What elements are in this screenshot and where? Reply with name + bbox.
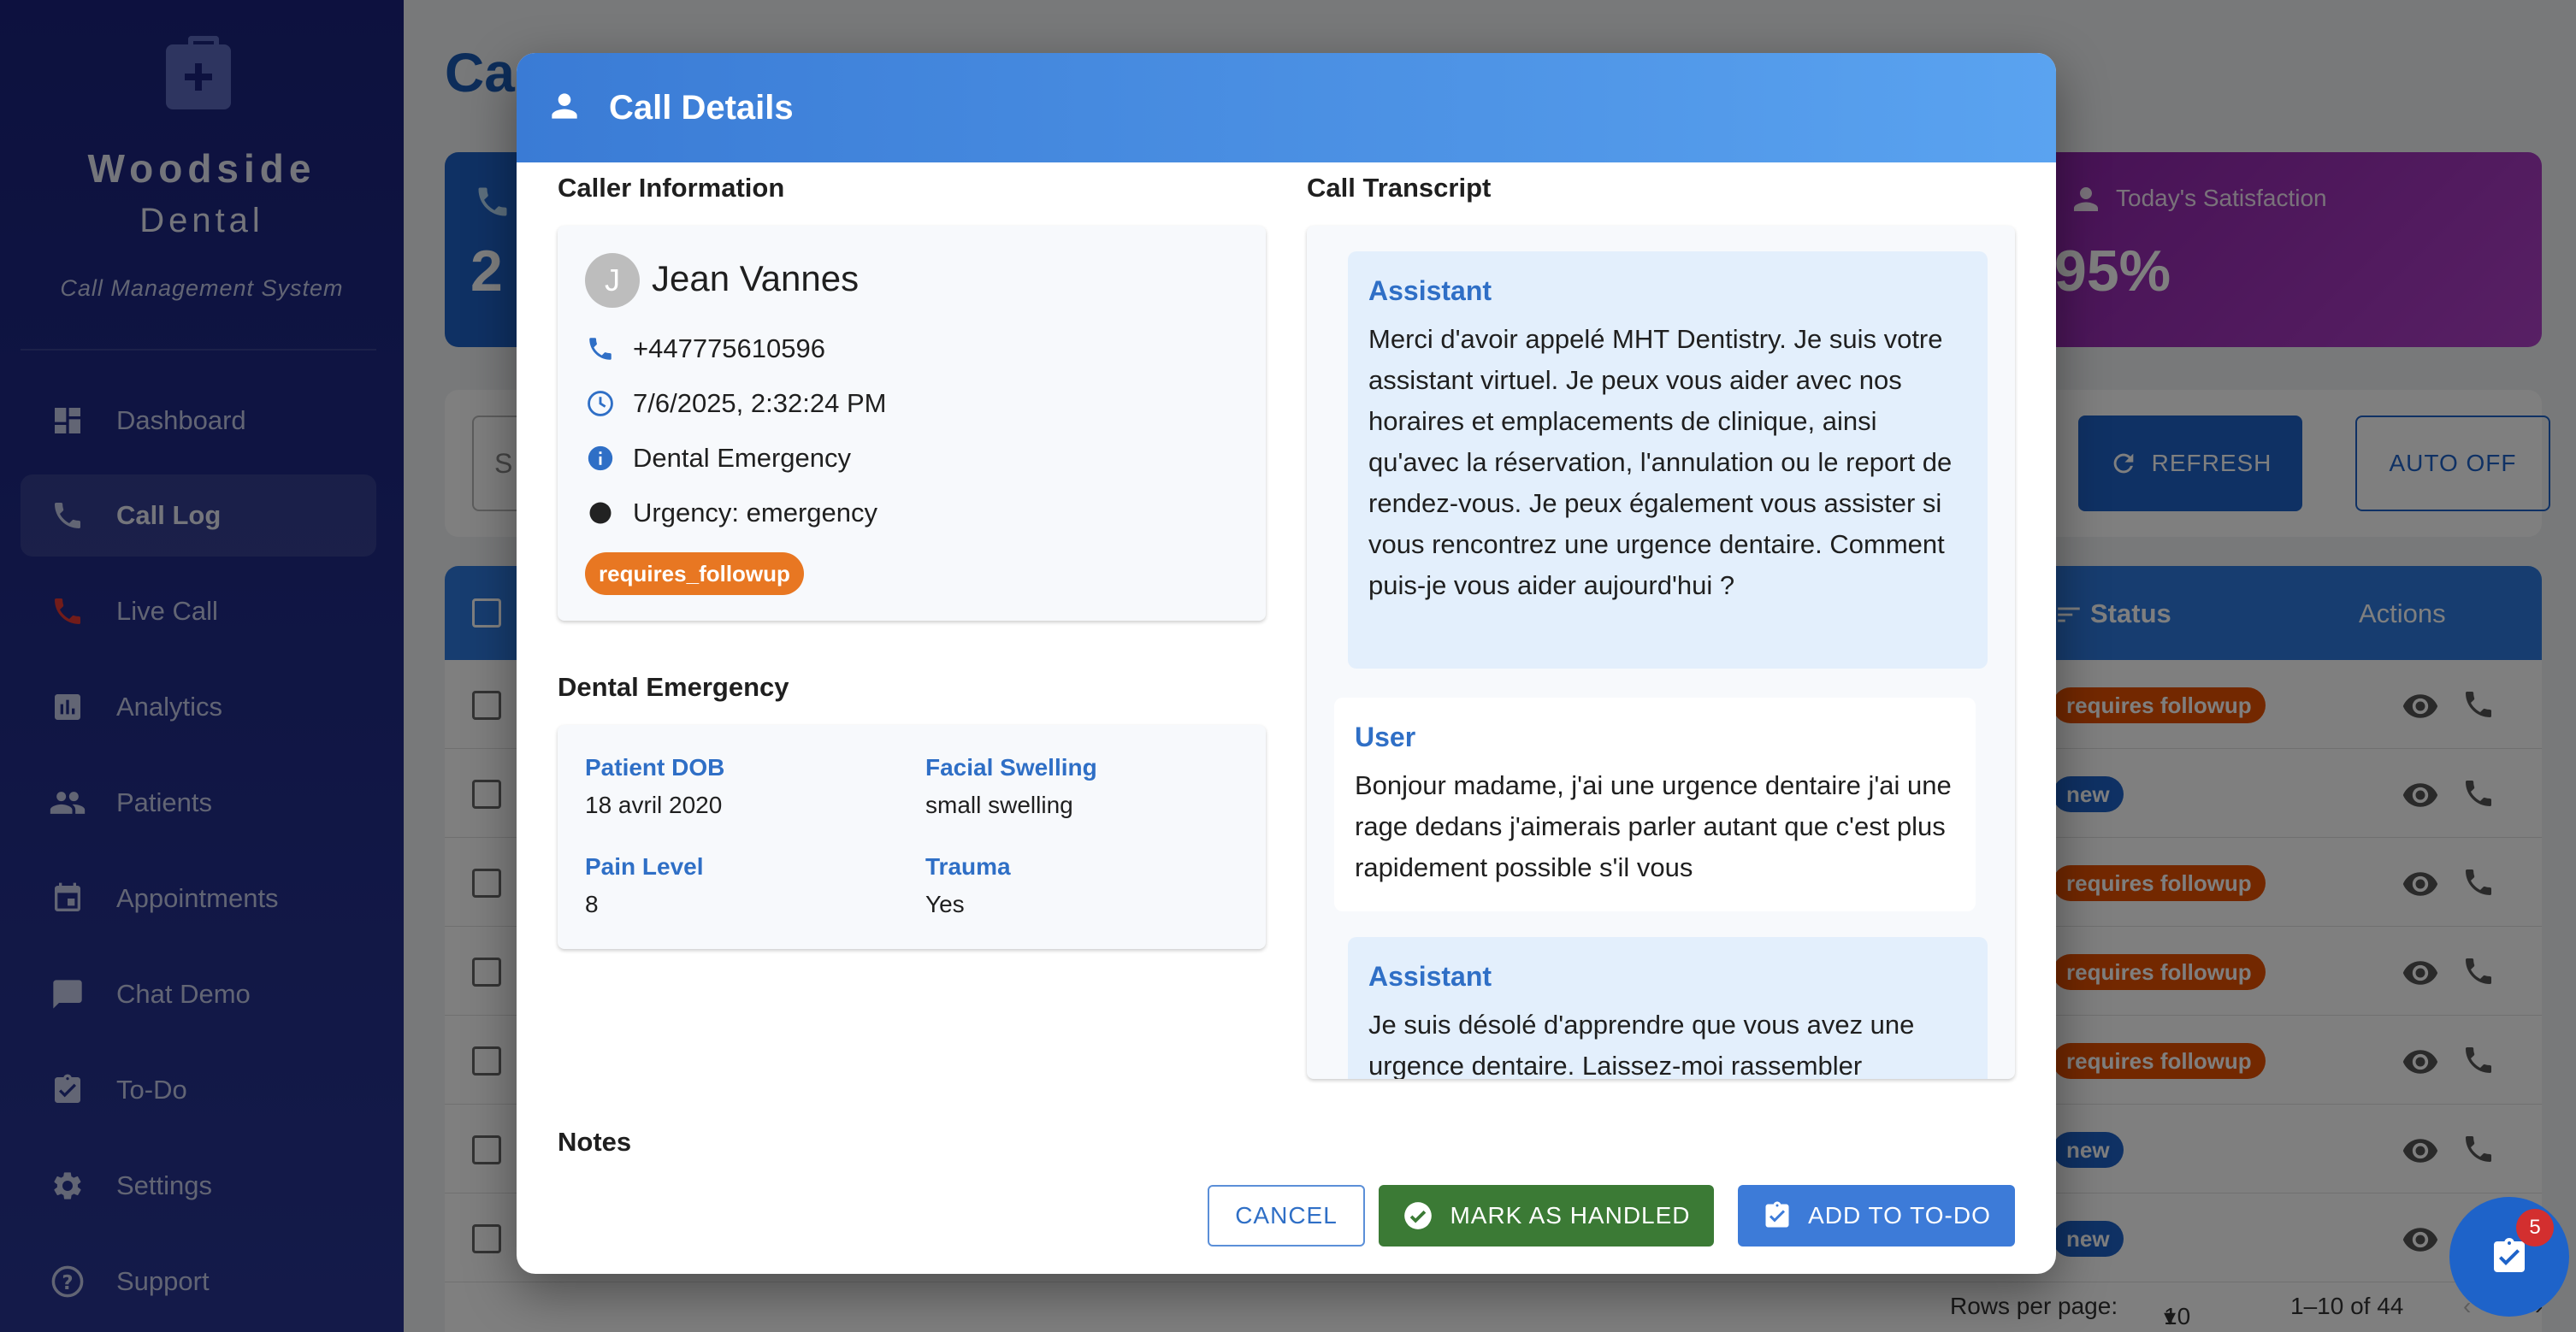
todo-fab-button[interactable]: 5 — [2449, 1197, 2569, 1317]
message-role: Assistant — [1368, 275, 1492, 306]
call-details-dialog: Call Details Caller Information J Jean V… — [517, 53, 2056, 1274]
mark-as-handled-label: MARK AS HANDLED — [1450, 1202, 1691, 1229]
notes-heading: Notes — [558, 1127, 632, 1157]
add-to-todo-button[interactable]: ADD TO TO-DO — [1738, 1185, 2015, 1247]
pain-level-label: Pain Level — [585, 853, 704, 880]
status-badge: requires_followup — [585, 552, 804, 595]
avatar: J — [585, 253, 640, 308]
call-reason: Dental Emergency — [633, 443, 852, 473]
message-text: Merci d'avoir appelé MHT Dentistry. Je s… — [1368, 324, 1953, 600]
pain-level-value: 8 — [585, 891, 599, 917]
clipboard-check-icon — [1762, 1200, 1793, 1231]
caller-card: J Jean Vannes +447775610596 7/6/2025, 2:… — [558, 226, 1266, 621]
dental-emergency-heading: Dental Emergency — [558, 672, 789, 702]
call-reason-row: Dental Emergency — [585, 443, 851, 474]
urgency-row: Urgency: emergency — [585, 498, 877, 528]
message-role: User — [1355, 722, 1416, 752]
dental-emergency-card: Patient DOB 18 avril 2020 Facial Swellin… — [558, 725, 1266, 949]
phone-icon — [585, 333, 616, 364]
message-role: Assistant — [1368, 961, 1492, 992]
transcript-heading: Call Transcript — [1307, 173, 1492, 203]
person-icon — [546, 87, 583, 129]
facial-swelling-label: Facial Swelling — [925, 754, 1097, 781]
notification-badge: 5 — [2516, 1209, 2554, 1247]
transcript-message: User Bonjour madame, j'ai une urgence de… — [1334, 698, 1976, 911]
check-circle-icon — [1402, 1199, 1434, 1232]
facial-swelling-value: small swelling — [925, 792, 1073, 818]
call-datetime: 7/6/2025, 2:32:24 PM — [633, 388, 887, 418]
clock-icon — [585, 388, 616, 419]
message-text: Bonjour madame, j'ai une urgence dentair… — [1355, 770, 1952, 882]
message-text: Je suis désolé d'apprendre que vous avez… — [1368, 1010, 1915, 1079]
urgency-dot-icon — [585, 498, 616, 528]
info-icon — [585, 443, 616, 474]
add-to-todo-label: ADD TO TO-DO — [1808, 1202, 1991, 1229]
trauma-label: Trauma — [925, 853, 1011, 880]
caller-name: Jean Vannes — [652, 258, 860, 298]
caller-info-heading: Caller Information — [558, 173, 785, 203]
dialog-title: Call Details — [609, 88, 794, 127]
patient-dob-label: Patient DOB — [585, 754, 725, 781]
mark-as-handled-button[interactable]: MARK AS HANDLED — [1379, 1185, 1714, 1247]
transcript-message: Assistant Je suis désolé d'apprendre que… — [1348, 937, 1988, 1079]
urgency-text: Urgency: emergency — [633, 498, 878, 527]
cancel-button[interactable]: CANCEL — [1208, 1185, 1365, 1247]
caller-phone-row: +447775610596 — [585, 333, 825, 364]
patient-dob-value: 18 avril 2020 — [585, 792, 723, 818]
trauma-value: Yes — [925, 891, 965, 917]
caller-phone: +447775610596 — [633, 333, 825, 363]
transcript-message: Assistant Merci d'avoir appelé MHT Denti… — [1348, 251, 1988, 669]
call-transcript-panel[interactable]: Assistant Merci d'avoir appelé MHT Denti… — [1307, 226, 2015, 1079]
call-time-row: 7/6/2025, 2:32:24 PM — [585, 388, 886, 419]
dialog-header: Call Details — [517, 53, 2056, 162]
